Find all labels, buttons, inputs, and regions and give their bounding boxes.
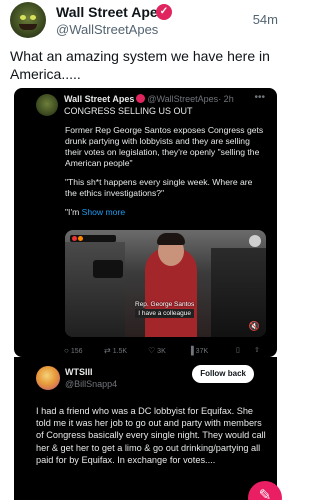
quoted-author-line: Wall Street Apes @WallStreetApes· 2h	[64, 94, 234, 104]
quoted-time: · 2h	[218, 94, 234, 104]
compose-icon: ✎	[258, 487, 272, 500]
quoted-paragraph: "This sh*t happens every single week. Wh…	[65, 177, 253, 198]
like-count: 3K	[157, 348, 166, 355]
reply-post[interactable]: WTSIII @BillSnapp4 Follow back I had a f…	[14, 357, 277, 500]
post-header: Wall Street Apes ✓ @WallStreetApes 54m	[10, 2, 278, 42]
reply-icon: ○	[64, 346, 69, 355]
reply-author-handle[interactable]: @BillSnapp4	[65, 379, 117, 389]
quoted-headline: CONGRESS SELLING US OUT	[64, 106, 193, 116]
quoted-actions: ○ 156 ⇄ 1.5K ♡ 3K ▐ 37K ▯ ⇧	[64, 346, 268, 356]
camera-shape	[93, 260, 123, 278]
video-crowd-left	[65, 242, 125, 337]
reply-button[interactable]: ○ 156	[64, 346, 83, 355]
show-more-link[interactable]: Show more	[82, 207, 125, 217]
reply-author-avatar[interactable]	[36, 366, 60, 390]
quoted-body: Former Rep George Santos exposes Congres…	[65, 125, 265, 226]
retweet-count: 1.5K	[112, 348, 128, 355]
verified-badge-icon: ✓	[156, 4, 172, 20]
quoted-paragraph: "I'm Show more	[65, 207, 265, 218]
retweet-icon: ⇄	[104, 346, 111, 355]
views-count: 37K	[195, 348, 209, 355]
post-time: 54m	[252, 12, 278, 27]
more-options-icon[interactable]: •••	[254, 92, 265, 103]
video-settings-icon[interactable]	[249, 235, 261, 247]
quoted-post[interactable]: Wall Street Apes @WallStreetApes· 2h ••• …	[14, 88, 277, 357]
caption-line: I have a colleague	[135, 309, 195, 318]
share-icon[interactable]: ⇧	[254, 346, 260, 354]
reply-author-name[interactable]: WTSIII	[65, 367, 93, 377]
quoted-author-avatar[interactable]	[36, 94, 58, 116]
video-source-overlay	[70, 235, 116, 242]
truncated-text: "I'm	[65, 207, 80, 217]
views-button[interactable]: ▐ 37K	[188, 346, 208, 355]
views-icon: ▐	[188, 346, 194, 355]
quoted-paragraph: Former Rep George Santos exposes Congres…	[65, 125, 264, 168]
quoted-author-handle[interactable]: @WallStreetApes	[147, 94, 218, 104]
quoted-author-name[interactable]: Wall Street Apes	[64, 94, 134, 104]
mute-icon[interactable]: 🔇	[249, 321, 260, 332]
reply-count: 156	[70, 348, 83, 355]
bookmark-icon[interactable]: ▯	[236, 346, 240, 354]
caption-line: Rep. George Santos	[135, 301, 195, 308]
video-player[interactable]: Rep. George Santos I have a colleague 🔇	[65, 230, 266, 337]
reply-text: I had a friend who was a DC lobbyist for…	[36, 406, 266, 465]
author-avatar[interactable]	[10, 2, 46, 38]
author-name[interactable]: Wall Street Apes	[56, 4, 165, 20]
follow-back-button[interactable]: Follow back	[192, 365, 254, 383]
author-handle[interactable]: @WallStreetApes	[56, 22, 158, 37]
verified-badge-icon	[136, 94, 146, 103]
video-caption: Rep. George Santos I have a colleague	[135, 300, 195, 318]
retweet-button[interactable]: ⇄ 1.5K	[104, 346, 127, 355]
video-subject-hair	[157, 233, 185, 245]
heart-icon: ♡	[148, 346, 156, 355]
post-text: What an amazing system we have here in A…	[10, 48, 270, 82]
like-button[interactable]: ♡ 3K	[148, 346, 166, 355]
